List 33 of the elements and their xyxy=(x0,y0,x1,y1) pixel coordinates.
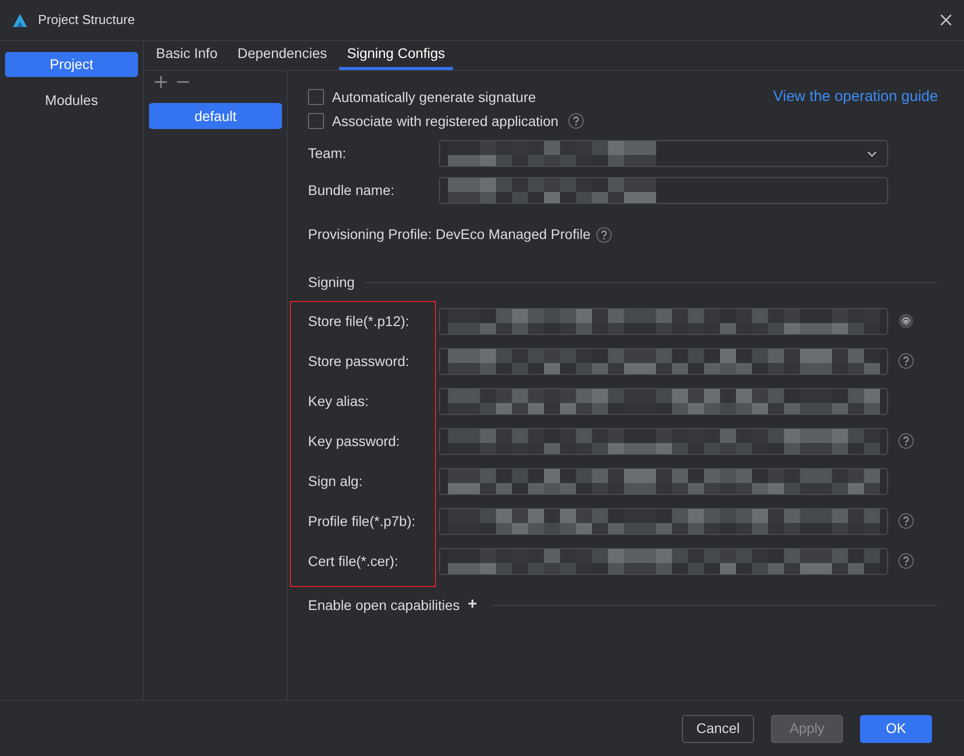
field-label: Sign alg: xyxy=(308,472,364,491)
checkbox-label: Automatically generate signature xyxy=(332,88,536,107)
app-logo-icon xyxy=(12,12,28,28)
field-label: Bundle name: xyxy=(308,181,396,200)
checkbox[interactable] xyxy=(308,89,324,105)
field-label: Key alias: xyxy=(308,392,370,411)
checkbox-label: Associate with registered application xyxy=(332,112,558,131)
field-label: Cert file(*.cer): xyxy=(308,552,400,571)
section-title: Enable open capabilities xyxy=(308,596,460,615)
tab[interactable]: Signing Configs xyxy=(339,40,454,70)
sidebar-item[interactable]: Modules xyxy=(5,88,138,113)
checkbox[interactable] xyxy=(308,113,324,129)
tab[interactable]: Basic Info xyxy=(148,40,226,70)
window-title: Project Structure xyxy=(38,11,136,30)
config-item[interactable]: default xyxy=(149,103,282,129)
dropdown-field[interactable] xyxy=(439,140,888,167)
field-label: Team: xyxy=(308,144,348,163)
dialog-button[interactable]: Cancel xyxy=(682,714,754,742)
input-field[interactable] xyxy=(439,177,888,204)
tab[interactable]: Dependencies xyxy=(229,40,335,70)
add-capability-button[interactable]: + xyxy=(468,593,478,617)
provisioning-profile-text: Provisioning Profile: DevEco Managed Profile xyxy=(308,225,590,244)
dialog-button[interactable]: OK xyxy=(860,714,932,742)
field-label: Profile file(*.p7b): xyxy=(308,512,416,531)
add-icon xyxy=(155,76,167,88)
chevron-down-icon xyxy=(867,150,877,156)
field-label: Store file(*.p12): xyxy=(308,312,410,331)
field-label: Key password: xyxy=(308,432,401,451)
section-title: Signing xyxy=(308,273,355,292)
field-label: Store password: xyxy=(308,352,410,371)
close-icon xyxy=(940,14,952,26)
sidebar-item[interactable]: Project xyxy=(5,52,138,77)
operation-guide-link[interactable]: View the operation guide xyxy=(773,88,938,106)
